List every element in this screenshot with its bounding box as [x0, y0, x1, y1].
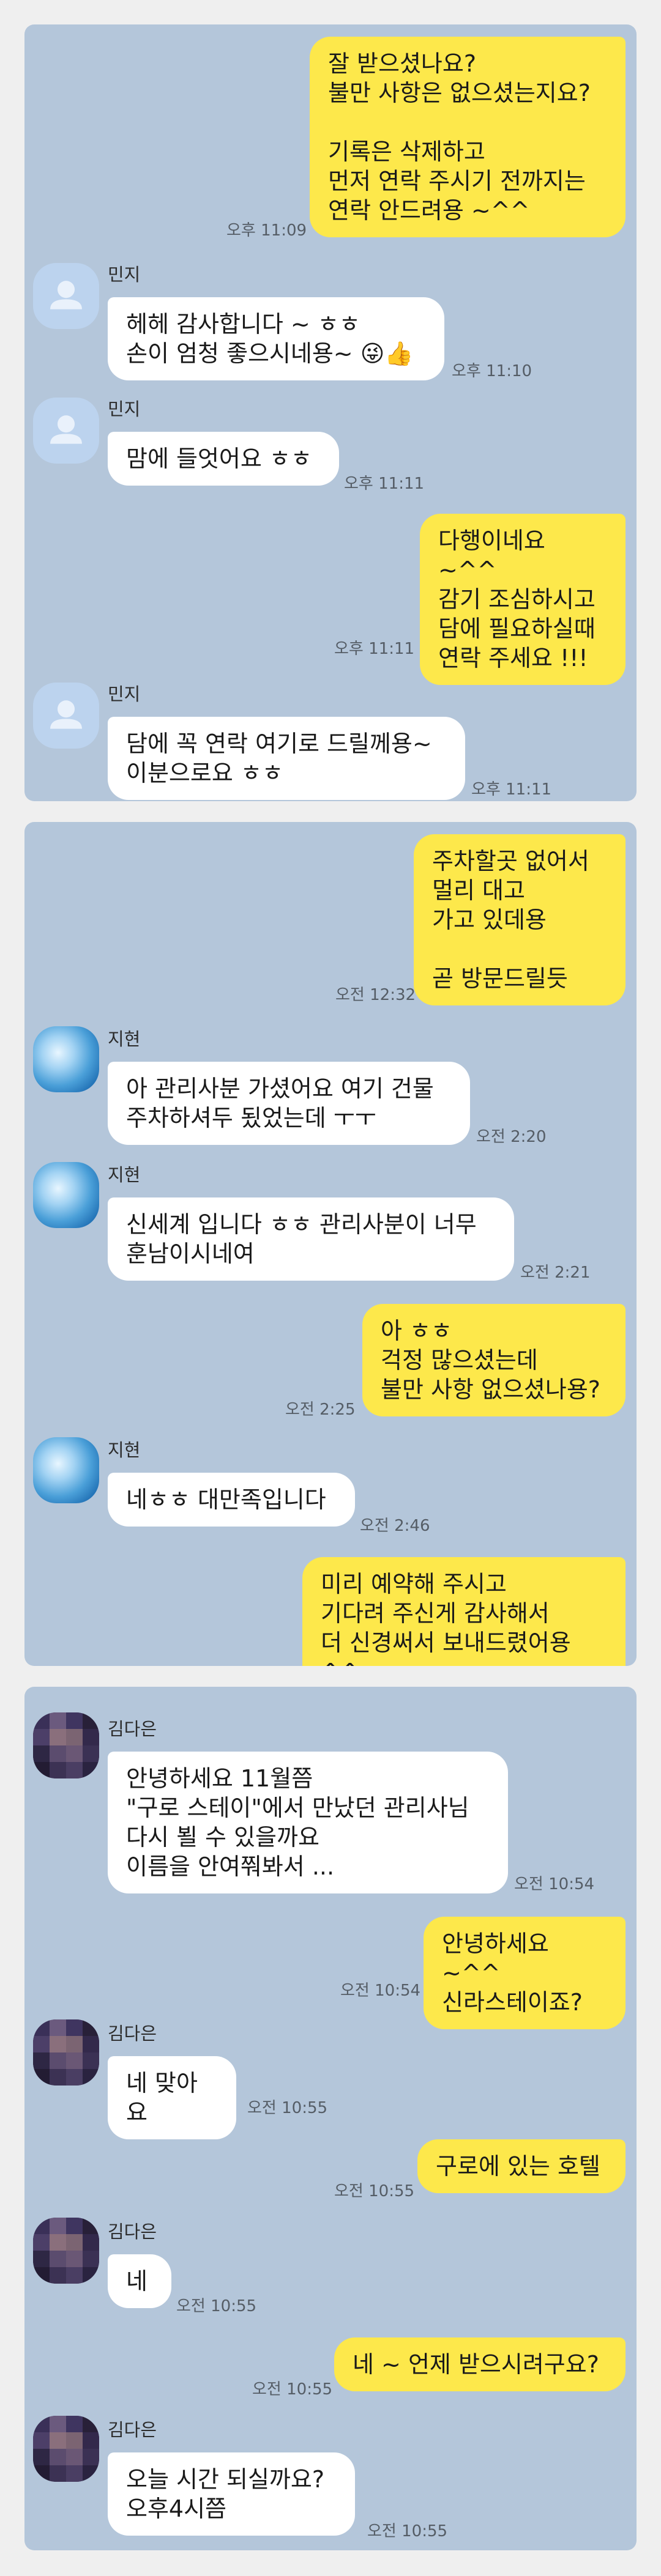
sender-name: 김다은: [108, 2419, 157, 2440]
avatar-kimdaeun[interactable]: [33, 1712, 99, 1778]
sender-name: 김다은: [108, 1719, 157, 1739]
sender-name: 지현: [108, 1029, 141, 1049]
message-bubble[interactable]: 맘에 들엇어요 ㅎㅎ: [108, 432, 339, 486]
sender-name: 민지: [108, 684, 141, 705]
avatar-jihyun[interactable]: [33, 1026, 99, 1092]
message-bubble[interactable]: 구로에 있는 호텔: [417, 2139, 626, 2193]
message-time: 오전 2:46: [360, 1517, 430, 1535]
message-bubble[interactable]: 미리 예약해 주시고 기다려 주신게 감사해서 더 신경써서 보내드렸어용 ^^: [302, 1557, 626, 1666]
message-time: 오후 11:11: [471, 780, 552, 799]
message-time: 오전 2:20: [476, 1128, 547, 1146]
message-bubble[interactable]: 담에 꼭 연락 여기로 드릴께용~ 이분으로요 ㅎㅎ: [108, 717, 465, 800]
message-bubble[interactable]: 네 ~ 언제 받으시려구요?: [334, 2337, 626, 2391]
avatar-minji[interactable]: [33, 398, 99, 464]
sender-name: 민지: [108, 264, 141, 285]
message-bubble[interactable]: 오늘 시간 되실까요? 오후4시쯤: [108, 2452, 355, 2536]
sender-name: 지현: [108, 1164, 141, 1185]
message-time: 오전 10:55: [367, 2522, 448, 2541]
message-time: 오전 10:54: [514, 1875, 595, 1893]
sender-name: 민지: [108, 399, 141, 420]
avatar-jihyun[interactable]: [33, 1162, 99, 1228]
message-time: 오전 2:21: [520, 1264, 591, 1282]
chat-panel-2: 주차할곳 없어서 멀리 대고 가고 있데용 곧 방문드릴듯 오전 12:32 지…: [24, 822, 637, 1666]
message-bubble[interactable]: 헤헤 감사합니다 ~ ㅎㅎ 손이 엄청 좋으시네용~ 😜👍: [108, 297, 444, 380]
avatar-kimdaeun[interactable]: [33, 2019, 99, 2086]
person-icon: [50, 415, 82, 444]
message-bubble[interactable]: 아 ㅎㅎ 걱정 많으셨는데 불만 사항 없으셨나용?: [362, 1304, 626, 1416]
avatar-kimdaeun[interactable]: [33, 2416, 99, 2482]
message-bubble[interactable]: 다행이네요 ~^^ 감기 조심하시고 담에 필요하실때 연락 주세요 !!!: [420, 514, 626, 685]
message-bubble[interactable]: 잘 받으셨나요? 불만 사항은 없으셨는지요? 기록은 삭제하고 먼저 연락 주…: [310, 37, 626, 237]
sender-name: 김다은: [108, 2221, 157, 2242]
person-icon: [50, 700, 82, 729]
message-bubble[interactable]: 안녕하세요 11월쯤 "구로 스테이"에서 만났던 관리사님 다시 뵐 수 있을…: [108, 1752, 508, 1893]
message-bubble[interactable]: 네: [108, 2254, 171, 2308]
message-time: 오전 10:55: [252, 2380, 333, 2399]
message-bubble[interactable]: 네 맞아요: [108, 2056, 236, 2139]
message-time: 오전 10:55: [334, 2182, 415, 2200]
sender-name: 지현: [108, 1440, 141, 1460]
message-time: 오전 2:25: [285, 1401, 356, 1419]
avatar-jihyun[interactable]: [33, 1437, 99, 1503]
message-time: 오후 11:10: [452, 362, 532, 380]
avatar-minji[interactable]: [33, 263, 99, 329]
avatar-kimdaeun[interactable]: [33, 2218, 99, 2284]
avatar-minji[interactable]: [33, 683, 99, 749]
message-bubble[interactable]: 아 관리사분 가셨어요 여기 건물 주차하셔두 됬었는데 ㅜㅜ: [108, 1062, 470, 1145]
message-time: 오전 12:32: [335, 986, 416, 1004]
message-time: 오후 11:11: [334, 640, 415, 658]
sender-name: 김다은: [108, 2023, 157, 2044]
message-bubble[interactable]: 주차할곳 없어서 멀리 대고 가고 있데용 곧 방문드릴듯: [414, 834, 626, 1005]
message-time: 오후 11:09: [226, 221, 307, 240]
message-time: 오후 11:11: [344, 475, 425, 493]
message-bubble[interactable]: 안녕하세요 ~^^ 신라스테이죠?: [424, 1917, 626, 2029]
person-icon: [50, 281, 82, 309]
chat-panel-1: 잘 받으셨나요? 불만 사항은 없으셨는지요? 기록은 삭제하고 먼저 연락 주…: [24, 24, 637, 801]
message-bubble[interactable]: 네ㅎㅎ 대만족입니다: [108, 1473, 355, 1527]
message-time: 오전 10:55: [247, 2099, 328, 2117]
message-time: 오전 10:55: [176, 2297, 257, 2315]
chat-panel-3: 김다은 안녕하세요 11월쯤 "구로 스테이"에서 만났던 관리사님 다시 뵐 …: [24, 1687, 637, 2550]
message-time: 오전 10:54: [340, 1982, 421, 2000]
message-bubble[interactable]: 신세계 입니다 ㅎㅎ 관리사분이 너무 훈남이시네여: [108, 1197, 514, 1281]
